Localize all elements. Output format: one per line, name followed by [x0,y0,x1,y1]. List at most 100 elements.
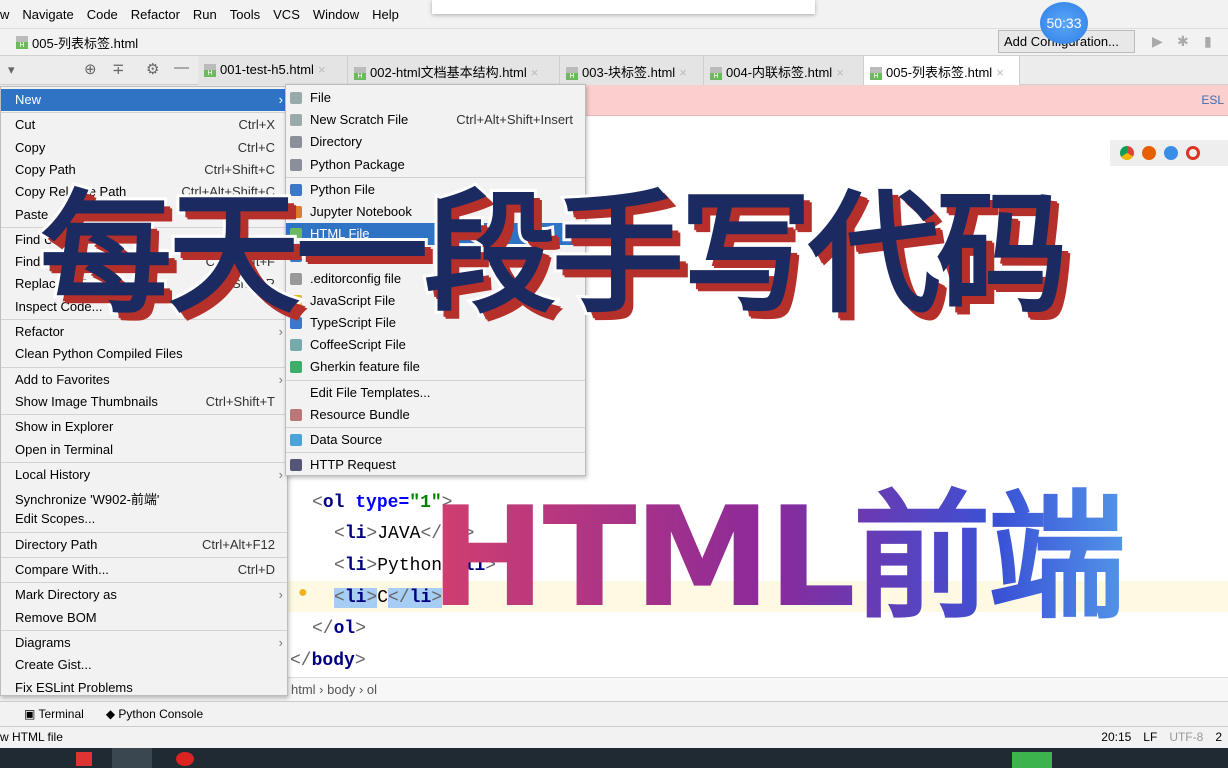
menu-item-fix-eslint-problems[interactable]: Fix ESLint Problems [1,677,287,699]
menu-separator [1,414,287,416]
python-icon: ◆ [105,707,119,721]
menu-item-clean-python-compiled-files[interactable]: Clean Python Compiled Files [1,343,287,365]
menu-item-local-history[interactable]: Local History › [1,464,287,486]
line-separator[interactable]: LF [1143,730,1157,744]
tab-label: 005-列表标签.html [886,65,993,80]
gear-icon[interactable]: ⚙ [146,60,159,78]
menu-refactor[interactable]: Refactor [131,7,180,22]
encoding[interactable]: UTF-8 [1169,730,1203,744]
eslint-link[interactable]: ESL [1201,93,1224,107]
editor-tab[interactable]: H 002-html文档基本结构.html × [348,56,560,85]
breadcrumb-item[interactable]: ol [367,682,377,697]
chevron-right-icon: › [278,634,283,650]
app-icon[interactable] [76,752,92,766]
editor-tab[interactable]: H 001-test-h5.html × [198,56,348,85]
menu-item-show-image-thumbnails[interactable]: Show Image Thumbnails Ctrl+Shift+T [1,391,287,413]
close-icon[interactable]: × [318,62,326,77]
menu-item-shortcut: Ctrl+D [237,562,275,577]
app-icon[interactable] [176,752,194,766]
menu-item-gherkin-feature-file[interactable]: Gherkin feature file [286,356,585,378]
close-icon[interactable]: × [996,65,1004,80]
menu-separator [1,582,287,584]
debug-icon[interactable]: ✱ [1177,33,1189,50]
menu-separator [1,366,287,368]
menu-tools[interactable]: Tools [230,7,260,22]
menu-item-resource-bundle[interactable]: Resource Bundle [286,404,585,426]
menu-item-mark-directory-as[interactable]: Mark Directory as › [1,584,287,606]
menu-item-add-to-favorites[interactable]: Add to Favorites › [1,369,287,391]
menu-item-show-in-explorer[interactable]: Show in Explorer [1,416,287,438]
menu-item-synchronize-w902[interactable]: Synchronize 'W902-前端' [1,486,287,508]
menu-item-edit-scopes[interactable]: Edit Scopes... [1,508,287,530]
menu-item-compare-with[interactable]: Compare With... Ctrl+D [1,559,287,581]
menu-item-new[interactable]: New › [1,89,287,111]
code-line-li: <li>C</li> [334,588,443,608]
dropdown-icon[interactable]: ▾ [8,62,15,78]
menu-item-label: Add to Favorites [15,371,110,387]
menu-item-cut[interactable]: Cut Ctrl+X [1,114,287,136]
nav-file[interactable]: 005-列表标签.html [32,33,138,52]
file-type-icon [290,136,302,149]
menu-item-label: CoffeeScript File [310,337,406,353]
menu-item-label: New [15,92,42,107]
locate-icon[interactable]: ⊕ [84,60,97,78]
menu-item-create-gist[interactable]: Create Gist... [1,654,287,676]
menu-navigate[interactable]: Navigate [22,7,73,22]
menu-item-label: Fix ESLint Problems [15,679,133,695]
menu-item-open-in-terminal[interactable]: Open in Terminal [1,439,287,461]
close-icon[interactable]: × [531,65,539,80]
breadcrumb-item[interactable]: html [291,682,316,697]
menu-item-directory-path[interactable]: Directory Path Ctrl+Alt+F12 [1,534,287,556]
menu-vcs[interactable]: VCS [273,7,300,22]
editor-tab[interactable]: H 005-列表标签.html × [864,56,1020,85]
coverage-icon[interactable]: ▮ [1204,33,1212,50]
editor-tab[interactable]: H 003-块标签.html × [560,56,704,85]
file-type-icon [290,408,302,421]
editor-tab-bar: ▾ ⊕ ∓ ⚙ — H 001-test-h5.html × H 002-html文档基… [0,56,1228,85]
menu-item-label: Mark Directory as [15,587,117,603]
menu-item-label: Show Image Thumbnails [15,393,158,409]
terminal-button[interactable]: ▣ Terminal [24,707,84,721]
taskbar [0,748,1228,768]
timer-badge: 50:33 [1040,2,1088,44]
menu-window[interactable]: Window [313,7,359,22]
menu-item-label: Directory Path [15,536,98,552]
notification-popup [432,0,815,14]
menu-separator [1,557,287,558]
breadcrumb-item[interactable]: body [327,682,355,697]
menu-code[interactable]: Code [87,7,118,22]
html-file-icon: H [16,35,28,49]
minimize-icon[interactable]: — [174,59,189,76]
run-icon[interactable]: ▶ [1152,33,1163,50]
menu-item-label: Resource Bundle [310,406,410,422]
menu-item-file[interactable]: File [286,87,585,109]
menu-item-label: Local History [15,466,91,482]
cursor-position[interactable]: 20:15 [1101,730,1131,744]
html-file-icon: H [710,67,722,81]
menu-item-shortcut: Ctrl+Alt+F12 [202,536,275,552]
lightbulb-icon[interactable]: ● [298,584,308,602]
menu-separator [286,427,585,428]
close-icon[interactable]: × [679,65,687,80]
file-type-icon [290,434,302,446]
menu-help[interactable]: Help [372,7,399,22]
collapse-icon[interactable]: ∓ [112,60,125,78]
menu-separator [1,461,287,463]
status-message: w HTML file [0,730,63,744]
close-icon[interactable]: × [836,65,844,80]
menu-item-label: Create Gist... [15,657,92,673]
tab-label: 004-内联标签.html [726,65,833,80]
menu-run[interactable]: Run [193,7,217,22]
python-console-button[interactable]: ◆ Python Console [106,707,203,721]
chevron-right-icon: › [278,371,283,387]
menu-item-remove-bom[interactable]: Remove BOM [1,607,287,629]
menu-item-new-scratch-file[interactable]: New Scratch File Ctrl+Alt+Shift+Insert [286,109,585,131]
pycharm-taskbar-button[interactable] [112,748,152,768]
menu-item-diagrams[interactable]: Diagrams › [1,632,287,654]
indent[interactable]: 2 [1215,730,1222,744]
editor-tab[interactable]: H 004-内联标签.html × [704,56,864,85]
menu-item-label: HTTP Request [310,457,396,473]
overlay-banner-text: 每天一段手写代码 [37,175,1071,335]
menu-item-edit-file-templates[interactable]: Edit File Templates... [286,382,585,404]
menu-w[interactable]: w [0,7,9,22]
